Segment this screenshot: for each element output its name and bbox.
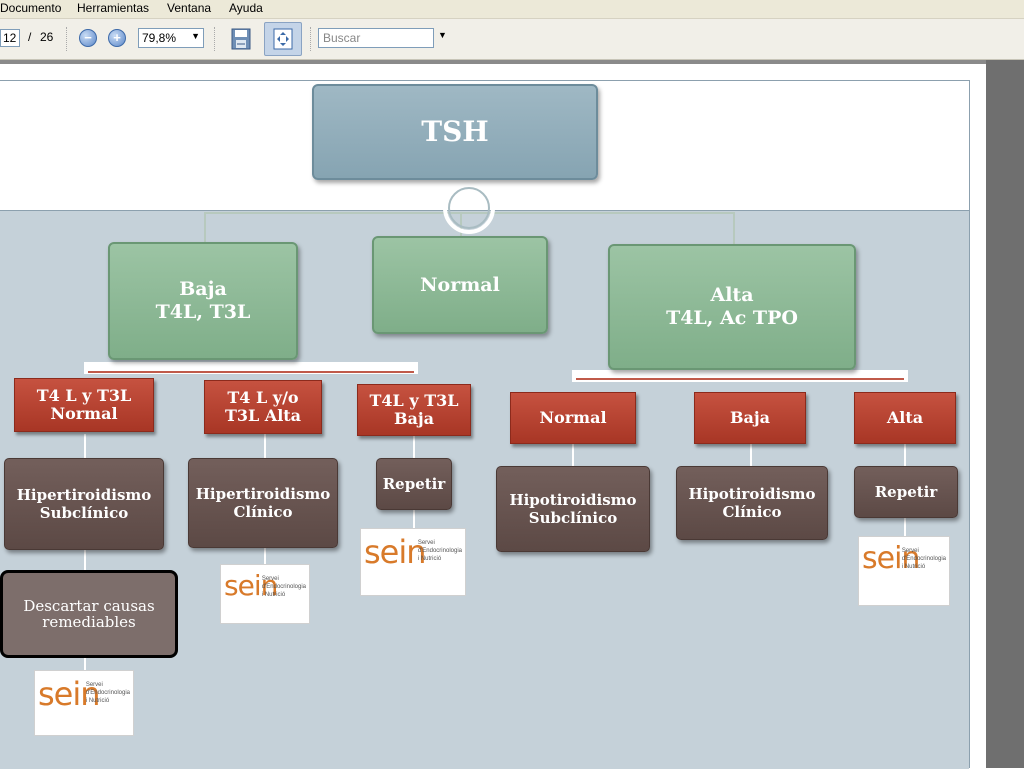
document-page: TSH Baja T4L, T3L Normal Alta T4L, Ac TP… — [0, 64, 986, 769]
node-label: Hipotiroidismo Subclínico — [509, 491, 637, 527]
node-baja: Baja T4L, T3L — [108, 242, 298, 360]
node-label: Alta T4L, Ac TPO — [666, 284, 798, 329]
toolbar-separator — [66, 27, 69, 51]
sein-logo: sein Servei d'Endocrinologia i Nutrició — [34, 670, 134, 736]
sein-logo: sein Servei d'Endocrinologia i Nutrició — [858, 536, 950, 606]
connector-line — [84, 434, 86, 458]
connector-line — [413, 436, 415, 458]
logo-subtitle: Servei d'Endocrinologia i Nutrició — [901, 548, 946, 570]
node-hipertiroidismo-clinico: Hipertiroidismo Clínico — [188, 458, 338, 548]
sein-logo: sein Servei d'Endocrinologia i Nutrició — [220, 564, 310, 624]
connector-line — [264, 434, 266, 458]
menu-documento[interactable]: Documento — [0, 1, 61, 15]
menu-herramientas[interactable]: Herramientas — [77, 1, 149, 15]
node-label: Baja — [729, 408, 771, 428]
save-icon — [231, 28, 251, 50]
node-label: Hipertiroidismo Subclínico — [16, 486, 152, 522]
fit-page-icon — [273, 28, 293, 50]
connector-line — [88, 371, 414, 373]
zoom-value: 79,8% — [142, 31, 177, 45]
logo-subtitle: Servei d'Endocrinologia i Nutrició — [261, 576, 306, 598]
connector-line — [904, 444, 906, 466]
toolbar: 12 / 26 − + 79,8% ▼ Buscar ▼ — [0, 19, 1024, 60]
menu-ayuda[interactable]: Ayuda — [229, 1, 263, 15]
node-repetir-2: Repetir — [854, 466, 958, 518]
node-repetir-1: Repetir — [376, 458, 452, 510]
node-label: T4 L y/o T3L Alta — [224, 388, 302, 425]
zoom-in-button[interactable]: + — [108, 29, 126, 47]
dropdown-arrow-icon: ▼ — [191, 31, 200, 41]
search-input[interactable]: Buscar — [318, 28, 434, 48]
node-label: T4L y T3L Baja — [369, 391, 459, 428]
menu-ventana[interactable]: Ventana — [167, 1, 211, 15]
toolbar-separator — [310, 27, 313, 51]
connector-line — [576, 378, 904, 380]
node-label: Normal — [539, 408, 607, 428]
node-tsh: TSH — [312, 84, 598, 180]
connector-line — [204, 212, 206, 242]
zoom-select[interactable]: 79,8% ▼ — [138, 28, 204, 48]
node-hipertiroidismo-subclinico: Hipertiroidismo Subclínico — [4, 458, 164, 550]
node-alta: Alta T4L, Ac TPO — [608, 244, 856, 370]
node-label: TSH — [421, 115, 489, 149]
node-hipotiroidismo-subclinico: Hipotiroidismo Subclínico — [496, 466, 650, 552]
document-viewer[interactable]: TSH Baja T4L, T3L Normal Alta T4L, Ac TP… — [0, 60, 1024, 769]
node-label: Normal — [420, 273, 500, 296]
node-t4l-t3l-baja: T4L y T3L Baja — [357, 384, 471, 436]
node-label: Alta — [886, 408, 924, 428]
node-label: Repetir — [874, 483, 938, 501]
node-label: T4 L y T3L Normal — [36, 386, 132, 423]
connector-line — [904, 518, 906, 538]
hub-circle-icon — [443, 182, 495, 234]
search-dropdown-icon[interactable]: ▼ — [438, 30, 447, 40]
node-alta-alta: Alta — [854, 392, 956, 444]
logo-subtitle: Servei d'Endocrinologia i Nutrició — [417, 540, 462, 562]
connector-line — [750, 444, 752, 466]
node-label: Hipertiroidismo Clínico — [195, 485, 331, 521]
node-t4l-t3l-alta: T4 L y/o T3L Alta — [204, 380, 322, 434]
connector-line — [733, 212, 735, 244]
save-button[interactable] — [228, 25, 254, 53]
node-label: Hipotiroidismo Clínico — [688, 485, 816, 521]
connector-bar — [572, 370, 908, 382]
connector-line — [84, 550, 86, 572]
toolbar-separator — [214, 27, 217, 51]
node-t4l-t3l-normal: T4 L y T3L Normal — [14, 378, 154, 432]
sein-logo: sein Servei d'Endocrinologia i Nutrició — [360, 528, 466, 596]
menu-bar: Documento Herramientas Ventana Ayuda — [0, 0, 1024, 19]
node-label: Descartar causas remediables — [23, 596, 155, 631]
page-separator: / — [28, 30, 32, 44]
plus-icon: + — [113, 30, 121, 45]
page-number-input[interactable]: 12 — [0, 29, 20, 47]
minus-icon: − — [84, 30, 92, 45]
logo-word: sein — [364, 533, 427, 571]
logo-subtitle: Servei d'Endocrinologia i Nutrició — [85, 682, 130, 704]
node-label: Baja T4L, T3L — [155, 278, 251, 323]
zoom-out-button[interactable]: − — [79, 29, 97, 47]
viewer-scroll-gutter[interactable] — [986, 60, 1024, 768]
page-total: 26 — [40, 30, 54, 44]
connector-line — [572, 444, 574, 466]
node-alta-baja: Baja — [694, 392, 806, 444]
node-descartar-causas: Descartar causas remediables — [0, 570, 178, 658]
node-hipotiroidismo-clinico: Hipotiroidismo Clínico — [676, 466, 828, 540]
fit-page-button[interactable] — [264, 22, 302, 56]
node-label: Repetir — [382, 475, 446, 493]
node-normal: Normal — [372, 236, 548, 334]
node-alta-normal: Normal — [510, 392, 636, 444]
